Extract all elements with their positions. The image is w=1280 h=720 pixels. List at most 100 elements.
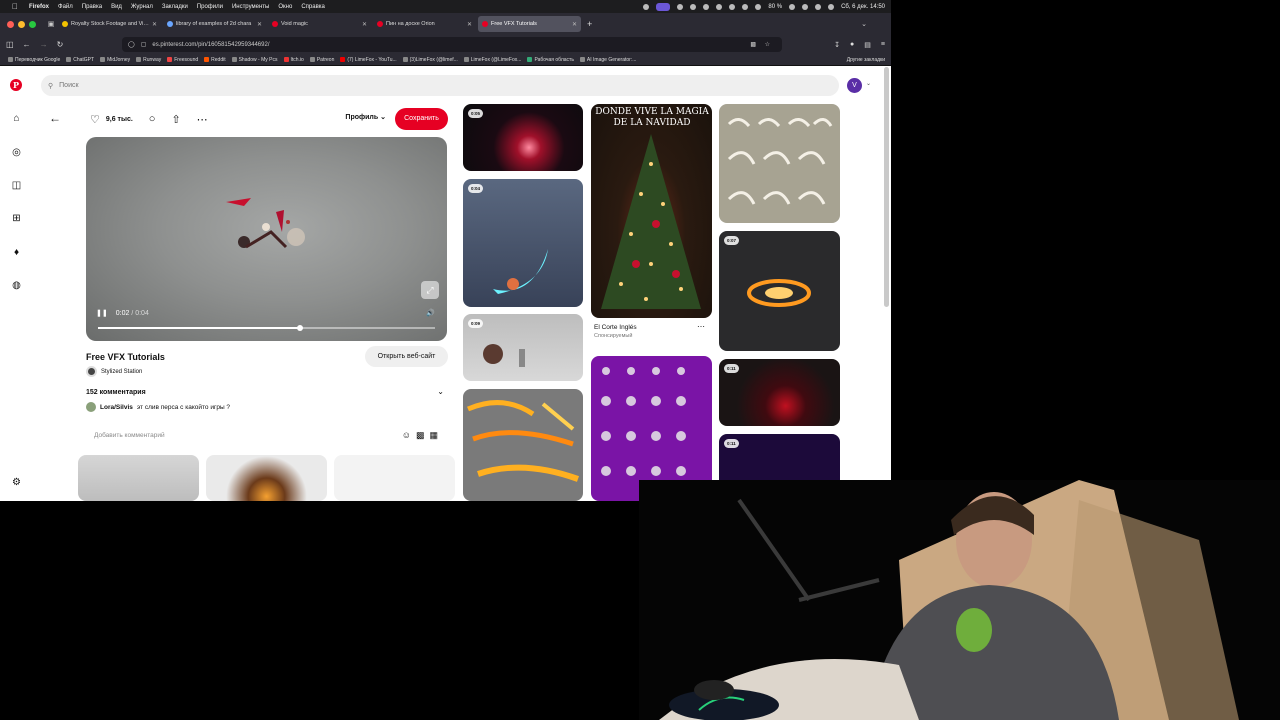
close-tab-icon[interactable]: ✕: [467, 21, 472, 28]
sidebar-toggle-icon[interactable]: ◫: [6, 40, 14, 49]
bookmark-item[interactable]: Patreon: [309, 57, 334, 63]
emoji-icon[interactable]: ☺: [402, 430, 411, 441]
status-icon[interactable]: [690, 3, 697, 10]
account-chevron-down-icon[interactable]: ⌄: [866, 80, 871, 87]
home-icon[interactable]: ⌂: [10, 112, 23, 125]
close-tab-icon[interactable]: ✕: [362, 21, 367, 28]
video-scrubber-handle[interactable]: [297, 325, 304, 331]
video-progress-bar[interactable]: [98, 325, 435, 331]
pin-thumbnail[interactable]: 0:04: [463, 179, 583, 307]
control-center-icon[interactable]: [828, 3, 835, 10]
more-options-icon[interactable]: ⋯: [197, 113, 208, 126]
pin-thumbnail[interactable]: 0:05: [463, 104, 583, 171]
avatar[interactable]: V: [847, 78, 862, 93]
status-icon[interactable]: [716, 3, 723, 10]
apple-icon[interactable]: : [12, 2, 18, 11]
sponsor-name[interactable]: El Corte Inglés: [594, 324, 637, 331]
status-icon[interactable]: [677, 3, 684, 10]
menu-file[interactable]: Файл: [58, 4, 73, 10]
url-text[interactable]: es.pinterest.com/pin/160581542959344692/: [152, 42, 269, 48]
menu-profiles[interactable]: Профили: [197, 4, 223, 10]
heart-icon[interactable]: ♡: [90, 113, 100, 126]
menu-help[interactable]: Справка: [301, 4, 325, 10]
keyboard-layout-icon[interactable]: [755, 3, 762, 10]
close-tab-icon[interactable]: ✕: [257, 21, 262, 28]
play-icon[interactable]: [742, 3, 749, 10]
tab-royalty-stock[interactable]: Royalty Stock Footage and Vide ✕: [58, 16, 161, 32]
recording-indicator-icon[interactable]: [656, 2, 671, 11]
profile-dropdown[interactable]: Профиль ⌄: [345, 113, 386, 121]
add-comment-placeholder[interactable]: Добавить комментарий: [94, 432, 165, 439]
pin-thumbnail[interactable]: 0:11: [719, 359, 840, 426]
menubar-clock[interactable]: Сб, 6 дек. 14:50: [841, 4, 885, 10]
account-icon[interactable]: ●: [850, 41, 854, 49]
image-icon[interactable]: ▦: [429, 430, 438, 441]
bookmark-star-icon[interactable]: ☆: [765, 41, 770, 48]
extensions-icon[interactable]: ▤: [864, 41, 871, 49]
menu-window[interactable]: Окно: [278, 4, 292, 10]
expand-icon[interactable]: ⤢: [421, 281, 439, 299]
forward-icon[interactable]: →: [40, 40, 48, 49]
zoom-window-button[interactable]: [29, 20, 36, 28]
pin-thumbnail[interactable]: [719, 104, 840, 223]
menu-icon[interactable]: ≡: [881, 41, 885, 49]
menu-bookmarks[interactable]: Закладки: [162, 4, 188, 10]
back-icon[interactable]: ←: [23, 40, 31, 49]
boards-icon[interactable]: ◫: [10, 179, 23, 192]
commenter-avatar[interactable]: [86, 402, 96, 412]
back-arrow-icon[interactable]: ←: [49, 111, 61, 125]
close-tab-icon[interactable]: ✕: [152, 21, 157, 28]
tab-orion-board[interactable]: Пин на доске Orion ✕: [373, 16, 476, 32]
lock-icon[interactable]: ▢: [141, 41, 147, 48]
creator-avatar[interactable]: [86, 366, 97, 377]
wifi-icon[interactable]: [802, 3, 809, 10]
close-tab-icon[interactable]: ✕: [572, 21, 577, 28]
tab-void-magic[interactable]: Void magic ✕: [268, 16, 371, 32]
other-bookmarks[interactable]: Другие закладки: [847, 57, 885, 63]
tab-library-examples[interactable]: library of examples of 2d chara ✕: [163, 16, 266, 32]
open-website-button[interactable]: Открыть веб-сайт: [365, 346, 448, 367]
pinterest-logo-icon[interactable]: P: [10, 79, 22, 91]
status-icon[interactable]: [643, 3, 650, 10]
settings-gear-icon[interactable]: ⚙: [10, 476, 23, 489]
translate-icon[interactable]: ▩: [750, 41, 756, 48]
comments-count[interactable]: 152 комментария: [86, 389, 146, 396]
notifications-bell-icon[interactable]: ♦: [10, 246, 23, 259]
bookmark-item[interactable]: Рабочая область: [527, 57, 574, 63]
add-comment-field[interactable]: Добавить комментарий ☺ ▩ ▦: [86, 425, 444, 445]
video-player[interactable]: ⤢ ❚❚ 0:02 / 0:04 🔊: [86, 137, 447, 341]
search-icon[interactable]: [815, 3, 822, 10]
sticker-icon[interactable]: ▩: [416, 430, 425, 441]
menu-app-name[interactable]: Firefox: [29, 4, 49, 10]
save-button[interactable]: Сохранить: [395, 108, 448, 130]
bookmark-item[interactable]: ChatGPT: [66, 57, 94, 63]
search-input[interactable]: Поиск: [59, 82, 78, 89]
bookmark-item[interactable]: LimeFox (@LimeFox...: [463, 57, 521, 63]
creator-info[interactable]: Stylized Station: [86, 366, 142, 377]
pause-icon[interactable]: ❚❚: [96, 309, 108, 317]
related-pin-thumbnail[interactable]: [78, 455, 199, 501]
battery-icon[interactable]: [789, 3, 796, 10]
page-scrollbar[interactable]: [884, 67, 889, 307]
bookmark-item[interactable]: Переводчик Google: [8, 57, 60, 63]
comments-chevron-down-icon[interactable]: ⌄: [437, 387, 444, 396]
pin-thumbnail[interactable]: 0:07: [719, 231, 840, 351]
bookmark-item[interactable]: Shadow - My Pcs: [231, 57, 278, 63]
reload-icon[interactable]: ↻: [57, 40, 64, 49]
menu-history[interactable]: Журнал: [131, 4, 153, 10]
search-bar[interactable]: ⚲ Поиск: [41, 75, 839, 96]
bookmark-item[interactable]: Itch.io: [283, 57, 304, 63]
menu-edit[interactable]: Правка: [82, 4, 102, 10]
shield-icon[interactable]: ◯: [128, 41, 135, 48]
menu-tools[interactable]: Инструменты: [232, 4, 269, 10]
bookmark-item[interactable]: MidJorney: [100, 57, 130, 63]
creator-name[interactable]: Stylized Station: [101, 369, 142, 375]
share-icon[interactable]: ⇧: [171, 113, 180, 126]
menu-view[interactable]: Вид: [111, 4, 122, 10]
bookmark-item[interactable]: Reddit: [204, 57, 226, 63]
bookmark-item[interactable]: AI Image Generator:...: [579, 57, 636, 63]
create-icon[interactable]: ⊞: [10, 212, 23, 225]
related-pin-thumbnail[interactable]: [334, 455, 455, 501]
volume-icon[interactable]: 🔊: [426, 309, 435, 317]
related-pin-thumbnail[interactable]: [206, 455, 327, 501]
